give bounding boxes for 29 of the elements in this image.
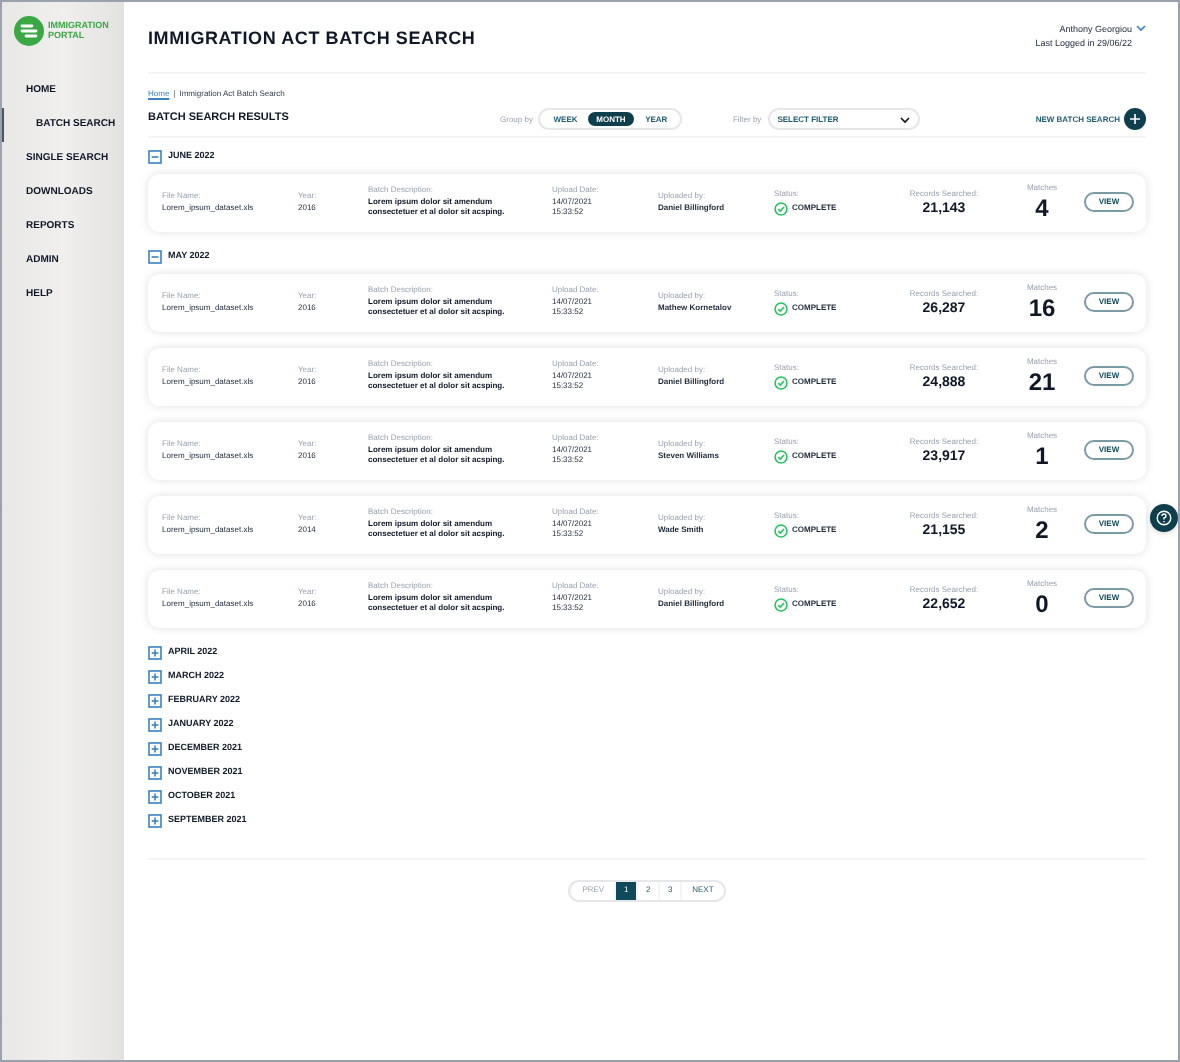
matches-count: 21 — [1028, 370, 1056, 394]
check-circle-icon — [774, 301, 788, 315]
matches-count: 4 — [1035, 196, 1049, 220]
check-circle-icon — [774, 449, 788, 463]
logo-icon — [14, 16, 44, 46]
plus-icon — [1124, 108, 1146, 130]
expand-icon[interactable] — [148, 790, 162, 804]
check-circle-icon — [774, 375, 788, 389]
check-circle-icon — [774, 597, 788, 611]
chevron-down-icon — [899, 115, 910, 123]
expand-icon[interactable] — [148, 670, 162, 684]
help-button[interactable] — [1150, 504, 1178, 532]
matches-count: 2 — [1035, 518, 1049, 542]
expand-icon[interactable] — [148, 814, 162, 828]
matches-count: 1 — [1035, 444, 1049, 468]
expand-icon[interactable] — [148, 766, 162, 780]
matches-count: 0 — [1035, 592, 1049, 616]
expand-icon[interactable] — [148, 742, 162, 756]
matches-count: 16 — [1028, 296, 1056, 320]
check-circle-icon — [774, 523, 788, 537]
help-icon — [1156, 510, 1172, 526]
collapse-icon[interactable] — [148, 150, 162, 164]
expand-icon[interactable] — [148, 646, 162, 660]
expand-icon[interactable] — [148, 718, 162, 732]
page-title: IMMIGRATION ACT BATCH SEARCH — [148, 26, 476, 52]
chevron-down-icon[interactable] — [1136, 24, 1146, 32]
check-circle-icon — [774, 201, 788, 215]
collapse-icon[interactable] — [148, 250, 162, 264]
expand-icon[interactable] — [148, 694, 162, 708]
